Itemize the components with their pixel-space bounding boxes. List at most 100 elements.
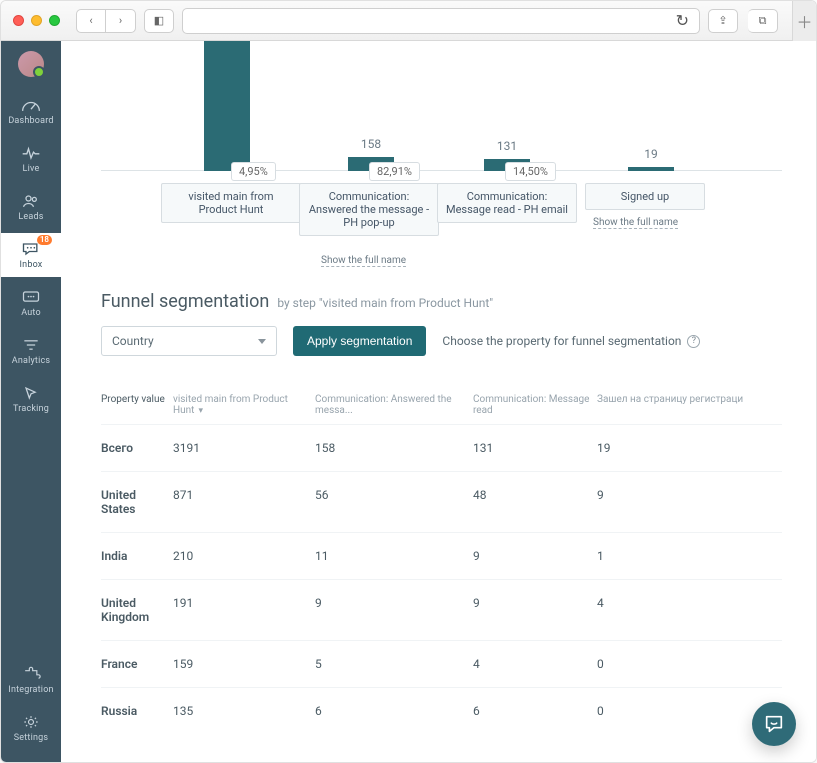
cell: 48 — [473, 488, 597, 516]
avatar[interactable] — [18, 51, 44, 77]
content-area: 158 131 19 4,95% 82,91% 14,50% — [61, 41, 816, 763]
sidebar-item-integration[interactable]: Integration — [1, 658, 61, 702]
url-bar[interactable]: ↻ — [182, 8, 700, 34]
cursor-icon — [21, 385, 41, 401]
row-label: Всего — [101, 441, 173, 455]
hint-text: Choose the property for funnel segmentat… — [442, 334, 681, 348]
new-tab-button[interactable]: ＋ — [792, 1, 816, 41]
cell: 1 — [597, 549, 782, 563]
column-header[interactable]: visited main from Product Hunt▾ — [173, 394, 315, 416]
funnel-step-label-4[interactable]: Signed up — [585, 183, 705, 210]
sidebar-item-auto[interactable]: Auto — [1, 281, 61, 325]
cell: 11 — [315, 549, 473, 563]
sidebar-item-inbox[interactable]: 18 Inbox — [1, 233, 61, 277]
funnel-step-label-2[interactable]: Communication: Answered the message - PH… — [299, 183, 439, 236]
support-chat-button[interactable] — [752, 702, 796, 746]
cell: 158 — [315, 441, 473, 455]
sidebar-item-leads[interactable]: Leads — [1, 185, 61, 229]
gauge-icon — [21, 97, 41, 113]
chat-smile-icon — [763, 713, 785, 735]
cell: 159 — [173, 657, 315, 671]
funnel-bar-value: 158 — [361, 137, 381, 151]
cell: 131 — [473, 441, 597, 455]
cell: 9 — [315, 596, 473, 624]
cell: 19 — [597, 441, 782, 455]
funnel-step-1 — [157, 41, 297, 171]
cell: 9 — [473, 596, 597, 624]
help-icon[interactable]: ? — [687, 335, 700, 348]
apply-segmentation-button[interactable]: Apply segmentation — [293, 326, 426, 356]
funnel-step-label-3[interactable]: Communication: Message read - PH email — [437, 183, 577, 223]
segmentation-hint: Choose the property for funnel segmentat… — [442, 334, 700, 348]
pulse-icon — [21, 145, 41, 161]
share-button[interactable]: ⇪ — [708, 9, 738, 33]
sidebar-item-tracking[interactable]: Tracking — [1, 377, 61, 421]
sidebar-item-label: Inbox — [20, 260, 43, 270]
column-header[interactable]: Communication: Answered the messa... — [315, 394, 473, 416]
gear-icon — [21, 714, 41, 730]
sidebar-item-label: Integration — [8, 685, 53, 695]
table-row: India 210 11 9 1 — [101, 532, 782, 579]
cell: 5 — [315, 657, 473, 671]
users-icon — [21, 193, 41, 209]
sidebar-item-label: Dashboard — [8, 116, 53, 126]
column-header[interactable]: Зашел на страницу регистраци — [597, 394, 782, 416]
tabs-button[interactable]: ⧉ — [748, 9, 778, 33]
segmentation-table: Property value visited main from Product… — [101, 384, 782, 734]
funnel-bar — [204, 41, 250, 171]
segmentation-subtitle: by step "visited main from Product Hunt" — [277, 296, 493, 310]
sidebar-item-dashboard[interactable]: Dashboard — [1, 89, 61, 133]
sidebar-item-settings[interactable]: Settings — [1, 706, 61, 750]
reload-icon[interactable]: ↻ — [676, 11, 689, 30]
forward-button[interactable]: › — [106, 9, 136, 33]
cell: 9 — [597, 488, 782, 516]
row-label: Russia — [101, 704, 173, 718]
property-dropdown[interactable]: Country — [101, 326, 277, 356]
sidebar-toggle-button[interactable]: ◧ — [144, 9, 174, 33]
table-header-row: Property value visited main from Product… — [101, 384, 782, 424]
cell: 191 — [173, 596, 315, 624]
funnel-bar-value: 131 — [497, 139, 517, 153]
row-label: United Kingdom — [101, 596, 173, 624]
minimize-window-button[interactable] — [31, 15, 42, 26]
row-label: India — [101, 549, 173, 563]
sidebar-item-label: Auto — [21, 308, 41, 318]
cell: 0 — [597, 657, 782, 671]
table-row: United States 871 56 48 9 — [101, 471, 782, 532]
maximize-window-button[interactable] — [49, 15, 60, 26]
table-row: Всего 3191 158 131 19 — [101, 424, 782, 471]
segmentation-title: Funnel segmentation — [101, 291, 269, 312]
segmentation-heading: Funnel segmentation by step "visited mai… — [101, 291, 782, 312]
app-window: ‹ › ◧ ↻ ⇪ ⧉ ＋ Dashboard — [0, 0, 817, 763]
cell: 871 — [173, 488, 315, 516]
table-row: Russia 135 6 6 0 — [101, 687, 782, 734]
sort-desc-icon: ▾ — [198, 406, 203, 416]
cell: 135 — [173, 704, 315, 718]
show-full-name-link[interactable]: Show the full name — [321, 255, 406, 267]
puzzle-icon — [21, 666, 41, 682]
funnel-chart: 158 131 19 4,95% 82,91% 14,50% — [101, 41, 782, 251]
close-window-button[interactable] — [13, 15, 24, 26]
row-label: France — [101, 657, 173, 671]
show-full-name-link[interactable]: Show the full name — [593, 217, 678, 229]
sidebar-item-label: Live — [23, 164, 40, 174]
cell: 4 — [597, 596, 782, 624]
column-header[interactable]: Communication: Message read — [473, 394, 597, 416]
sidebar-item-analytics[interactable]: Analytics — [1, 329, 61, 373]
row-label: United States — [101, 488, 173, 516]
sidebar-item-label: Tracking — [13, 404, 49, 414]
sidebar-item-label: Settings — [14, 733, 48, 743]
sidebar-item-live[interactable]: Live — [1, 137, 61, 181]
funnel-icon — [21, 337, 41, 353]
back-button[interactable]: ‹ — [76, 9, 106, 33]
inbox-badge: 18 — [37, 235, 52, 245]
funnel-step-label-1[interactable]: visited main from Product Hunt — [161, 183, 301, 223]
column-header[interactable]: Property value — [101, 394, 173, 416]
table-row: France 159 5 4 0 — [101, 640, 782, 687]
cell: 3191 — [173, 441, 315, 455]
funnel-bar — [628, 167, 674, 171]
cell: 56 — [315, 488, 473, 516]
sidebar-item-label: Leads — [18, 212, 43, 222]
table-row: United Kingdom 191 9 9 4 — [101, 579, 782, 640]
cell: 6 — [315, 704, 473, 718]
